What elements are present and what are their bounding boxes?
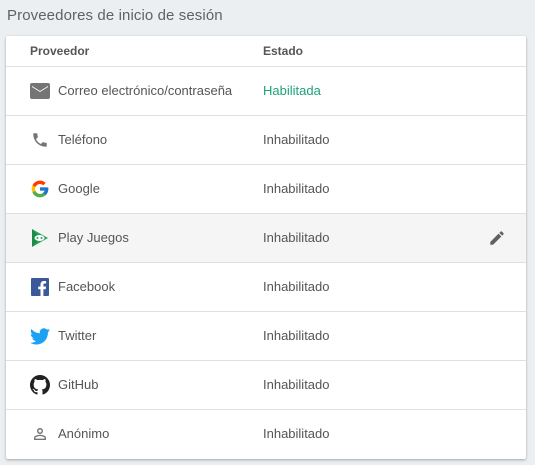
provider-name: Google bbox=[58, 181, 100, 196]
provider-status: Inhabilitado bbox=[263, 132, 330, 147]
provider-status: Inhabilitado bbox=[263, 328, 330, 343]
google-icon bbox=[30, 179, 50, 199]
phone-icon bbox=[30, 130, 50, 150]
table-row[interactable]: Correo electrónico/contraseña Habilitada bbox=[6, 67, 526, 116]
provider-name: Facebook bbox=[58, 279, 116, 294]
table-row[interactable]: GitHub Inhabilitado bbox=[6, 361, 526, 410]
twitter-icon bbox=[30, 326, 50, 346]
provider-status: Inhabilitado bbox=[263, 181, 330, 196]
provider-status: Inhabilitado bbox=[263, 230, 330, 245]
github-icon bbox=[30, 375, 50, 395]
table-row[interactable]: Google Inhabilitado bbox=[6, 165, 526, 214]
pencil-icon[interactable] bbox=[486, 227, 508, 249]
provider-name: GitHub bbox=[58, 377, 99, 392]
provider-status: Inhabilitado bbox=[263, 377, 330, 392]
table-row[interactable]: Twitter Inhabilitado bbox=[6, 312, 526, 361]
email-icon bbox=[30, 81, 50, 101]
provider-name: Correo electrónico/contraseña bbox=[58, 83, 233, 98]
play-games-icon bbox=[30, 228, 50, 248]
provider-name: Anónimo bbox=[58, 426, 110, 441]
table-header: Proveedor Estado bbox=[6, 36, 526, 67]
facebook-icon bbox=[30, 277, 50, 297]
providers-table: Proveedor Estado Correo electrónico/cont… bbox=[6, 36, 526, 459]
provider-status: Inhabilitado bbox=[263, 279, 330, 294]
table-row[interactable]: Play Juegos Inhabilitado bbox=[6, 214, 526, 263]
anonymous-user-icon bbox=[30, 424, 50, 444]
section-title: Proveedores de inicio de sesión bbox=[7, 7, 223, 24]
provider-name: Twitter bbox=[58, 328, 97, 343]
provider-name: Play Juegos bbox=[58, 230, 129, 245]
column-header-provider: Proveedor bbox=[30, 44, 90, 58]
column-header-status: Estado bbox=[263, 44, 304, 58]
provider-status: Inhabilitado bbox=[263, 426, 330, 441]
provider-name: Teléfono bbox=[58, 132, 108, 147]
provider-status: Habilitada bbox=[263, 83, 321, 98]
table-row[interactable]: Teléfono Inhabilitado bbox=[6, 116, 526, 165]
table-row[interactable]: Anónimo Inhabilitado bbox=[6, 410, 526, 458]
table-row[interactable]: Facebook Inhabilitado bbox=[6, 263, 526, 312]
